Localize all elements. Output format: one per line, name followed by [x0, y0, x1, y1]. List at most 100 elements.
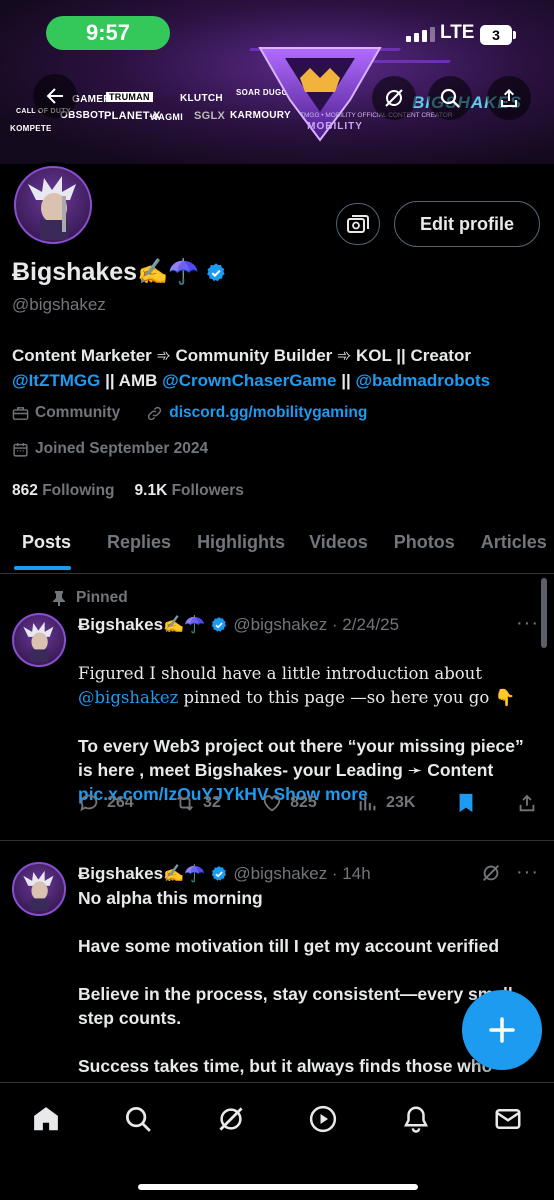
profile-options-button[interactable]	[336, 203, 380, 245]
profile-joined-row: Joined September 2024	[12, 440, 208, 458]
pinned-indicator: Pinned	[52, 589, 128, 607]
avatar-illustration	[23, 870, 54, 911]
bio-separator: || AMB	[100, 371, 163, 390]
grok-icon[interactable]	[480, 862, 502, 884]
briefcase-icon	[12, 406, 29, 420]
edit-profile-button[interactable]: Edit profile	[394, 201, 540, 247]
repost-button[interactable]: 32	[174, 792, 221, 814]
post-handle-date: @bigshakez · 14h	[233, 864, 371, 883]
bio-mention-link[interactable]: @CrownChaserGame	[162, 371, 336, 390]
profile-tabs: Posts Replies Highlights Videos Photos A…	[0, 516, 554, 574]
grok-button[interactable]	[372, 76, 416, 120]
bookmark-button[interactable]	[456, 792, 476, 814]
followers-count: 9.1K	[134, 482, 168, 499]
pinned-label: Pinned	[76, 589, 128, 606]
tab-articles[interactable]: Articles	[469, 516, 554, 573]
verified-badge-icon	[212, 866, 227, 881]
nav-notifications[interactable]	[398, 1101, 434, 1137]
post-body: Figured I should have a little introduct…	[78, 638, 540, 710]
nav-search[interactable]	[120, 1101, 156, 1137]
profile-avatar[interactable]	[10, 162, 96, 248]
bio-mention-link[interactable]: @ItZTMGG	[12, 371, 100, 390]
scrollbar[interactable]	[541, 578, 547, 648]
tab-videos[interactable]: Videos	[299, 516, 382, 573]
verified-badge-icon[interactable]	[205, 262, 227, 284]
profile-banner[interactable]: GAMER CALL OF DUTY OBSBOT TRUMAN PLANET-…	[0, 0, 554, 164]
bio-separator: ||	[336, 371, 356, 390]
post-more-button[interactable]: ···	[516, 612, 539, 635]
view-count: 23K	[386, 794, 416, 811]
search-button[interactable]	[428, 76, 472, 120]
profile-handle: @bigshakez	[12, 295, 106, 314]
post-author-name[interactable]: Ƀigshakes✍️☂️	[78, 864, 205, 884]
nav-video[interactable]	[305, 1101, 341, 1137]
following-link[interactable]: 862 Following	[12, 482, 115, 500]
profile-meta-row: Community discord.gg/mobilitygaming	[12, 404, 367, 422]
profile-website-link[interactable]: discord.gg/mobilitygaming	[169, 404, 367, 422]
post-header: Ƀigshakes✍️☂️ @bigshakez · 14h	[78, 864, 371, 884]
battery-icon: 3	[480, 25, 516, 45]
post-avatar[interactable]	[12, 862, 66, 916]
messages-icon	[495, 1109, 521, 1129]
reply-icon	[80, 794, 98, 812]
followers-link[interactable]: 9.1K Followers	[135, 482, 244, 500]
search-icon	[440, 88, 460, 108]
bio-mention-link[interactable]: @badmadrobots	[355, 371, 490, 390]
profile-joined-date: Joined September 2024	[35, 440, 209, 457]
views-button[interactable]: 23K	[357, 792, 415, 814]
arrow-left-icon	[46, 88, 63, 104]
post-author-name[interactable]: Ƀigshakes✍️☂️	[78, 615, 205, 635]
avatar-illustration	[28, 176, 76, 240]
share-icon	[519, 794, 535, 812]
sponsor-logo: GAMER	[72, 94, 111, 105]
avatar-illustration	[23, 621, 54, 662]
tab-replies[interactable]: Replies	[85, 516, 185, 573]
sponsor-logo: SGLX	[194, 110, 226, 122]
share-icon	[501, 89, 517, 107]
emblem-text: MOBILITY	[307, 121, 363, 132]
back-button[interactable]	[33, 74, 77, 118]
post-mention-link[interactable]: @bigshakez	[78, 688, 178, 707]
nav-messages[interactable]	[490, 1101, 526, 1137]
like-button[interactable]: 825	[261, 792, 317, 814]
verified-badge-icon	[212, 617, 227, 632]
banner-tagline: TMGG • MOBILITY OFFICIAL CONTENT CREATOR	[300, 112, 453, 119]
compose-post-button[interactable]	[462, 990, 542, 1070]
heart-icon	[263, 795, 281, 812]
sponsor-logo: KLUTCH	[180, 93, 223, 104]
reply-count: 264	[107, 794, 134, 811]
tab-photos[interactable]: Photos	[382, 516, 469, 573]
plus-icon	[489, 1017, 515, 1043]
grok-icon	[385, 89, 403, 107]
following-label: Following	[42, 482, 115, 499]
network-label: LTE	[440, 22, 475, 43]
sponsor-logo: WAGMI	[150, 112, 183, 122]
search-icon	[126, 1107, 151, 1132]
post-more-button[interactable]: ···	[516, 861, 539, 884]
nav-grok[interactable]	[213, 1101, 249, 1137]
post-actions: 264 32 825 23K	[78, 792, 538, 814]
post-handle-date: @bigshakez · 2/24/25	[233, 615, 400, 634]
profile-bio: Content Marketer ➾ Community Builder ➾ K…	[12, 343, 547, 393]
notifications-icon	[403, 1106, 429, 1133]
like-count: 825	[290, 794, 317, 811]
calendar-icon	[13, 442, 28, 457]
tab-posts[interactable]: Posts	[0, 516, 85, 573]
tab-highlights[interactable]: Highlights	[185, 516, 299, 573]
home-icon	[34, 1107, 58, 1131]
bookmark-filled-icon	[459, 793, 473, 813]
profile-display-name: Ƀigshakes✍️☂️	[12, 258, 227, 287]
post-text: Figured I should have a little introduct…	[78, 664, 482, 683]
share-post-button[interactable]	[516, 792, 538, 814]
home-indicator[interactable]	[138, 1184, 418, 1190]
follow-stats: 862 Following 9.1K Followers	[12, 482, 244, 500]
share-button[interactable]	[487, 76, 531, 120]
profile-category: Community	[35, 404, 121, 421]
repost-icon	[177, 795, 193, 811]
nav-home[interactable]	[28, 1101, 64, 1137]
link-icon	[148, 406, 162, 420]
reply-button[interactable]: 264	[78, 792, 134, 814]
sponsor-logo: KOMPETE	[10, 124, 52, 133]
bio-text: Content Marketer ➾ Community Builder ➾ K…	[12, 346, 471, 365]
post-avatar[interactable]	[12, 613, 66, 667]
